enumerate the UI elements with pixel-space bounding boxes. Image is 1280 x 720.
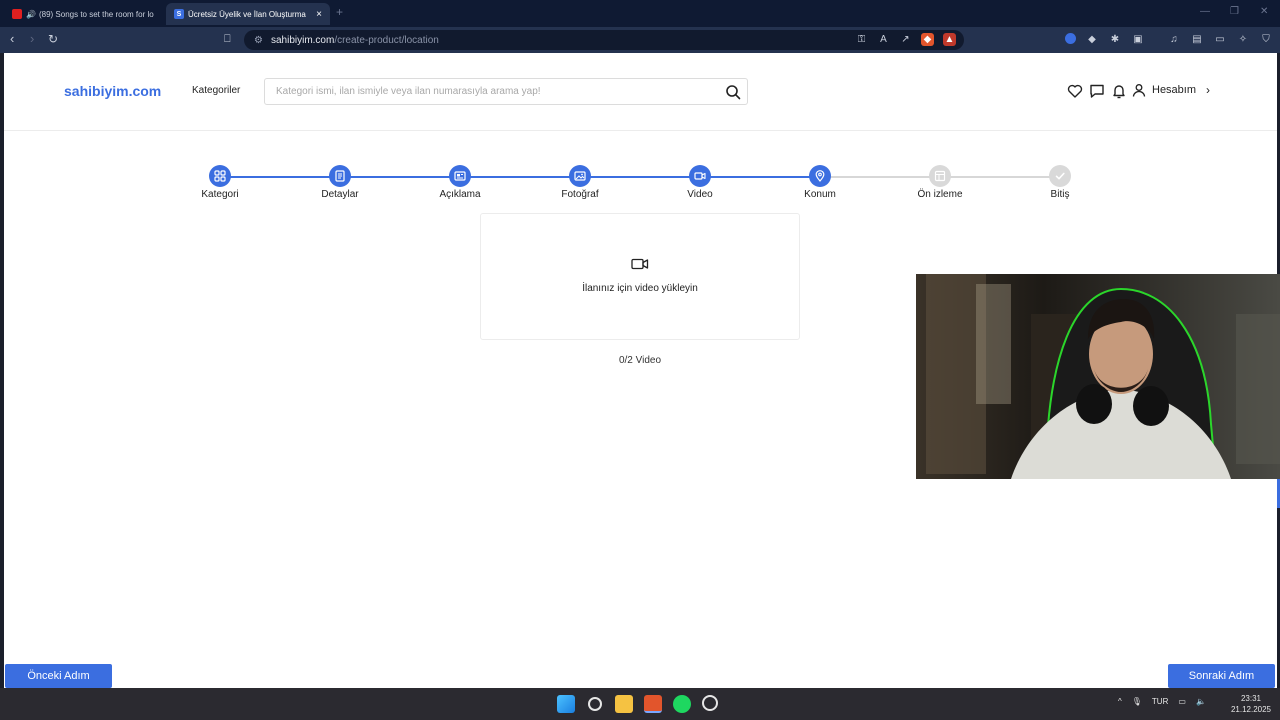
new-tab-button[interactable]: + (336, 5, 343, 19)
webcam-feed-image (916, 274, 1280, 479)
language-indicator[interactable]: TUR (1152, 697, 1168, 706)
search-input[interactable] (276, 86, 716, 97)
windows-start-icon[interactable] (557, 695, 575, 713)
step-label: Fotoğraf (561, 189, 599, 200)
music-icon[interactable]: ♫ (1167, 33, 1181, 47)
progress-stepper: Kategori Detaylar Açıklama Fotoğraf Vide… (4, 165, 1277, 205)
layout-icon (934, 170, 946, 182)
close-tab-icon[interactable]: × (316, 9, 322, 20)
video-camera-icon (631, 258, 649, 270)
step-label: Detaylar (321, 189, 359, 200)
step-label: Açıklama (439, 189, 481, 200)
browser-tab-music[interactable]: 🔊 (89) Songs to set the room for lo (4, 3, 162, 25)
close-window-icon[interactable]: ✕ (1260, 6, 1268, 17)
translate-icon[interactable]: A (877, 33, 890, 46)
system-clock[interactable]: 23:31 21.12.2025 (1226, 693, 1276, 715)
search-box[interactable] (264, 78, 748, 105)
url-host: sahibiyim.com (270, 34, 335, 46)
clock-date: 21.12.2025 (1230, 705, 1272, 714)
reload-icon[interactable]: ↻ (48, 32, 58, 46)
step-konum[interactable]: Konum (780, 165, 860, 200)
screenshot-icon[interactable]: ▣ (1131, 33, 1145, 47)
previous-step-button[interactable]: Önceki Adım (5, 664, 112, 688)
account-menu[interactable]: Hesabım › (1132, 83, 1210, 97)
forward-icon[interactable]: › (30, 32, 34, 46)
step-label: Konum (804, 189, 836, 200)
wallet-icon[interactable]: ▭ (1213, 33, 1227, 47)
leo-ai-icon[interactable]: ✧ (1236, 33, 1250, 47)
step-fotograf[interactable]: Fotoğraf (540, 165, 620, 200)
chevron-right-icon: › (1206, 83, 1211, 97)
brave-browser-icon[interactable] (644, 695, 662, 713)
site-header: sahibiyim.com Kategoriler Kategori ismi,… (4, 53, 1277, 131)
sidebar-icon[interactable]: ▤ (1190, 33, 1204, 47)
site-logo[interactable]: sahibiyim.com (64, 83, 161, 99)
messages-icon[interactable] (1089, 83, 1105, 99)
network-icon[interactable]: ▭ (1178, 697, 1186, 706)
windows-taskbar: ^ 🎙 TUR ▭ 🔈 23:31 21.12.2025 (0, 688, 1280, 720)
volume-icon[interactable]: 🔈 (1196, 697, 1206, 706)
upload-prompt: İlanınız için video yükleyin (582, 283, 698, 294)
check-icon (1055, 172, 1065, 180)
document-icon (335, 170, 345, 182)
step-label: Video (687, 189, 713, 200)
next-step-button[interactable]: Sonraki Adım (1168, 664, 1275, 688)
search-icon[interactable] (725, 84, 741, 100)
speaker-icon[interactable]: 🔊 (26, 10, 36, 19)
extension-icon[interactable]: ◆ (1085, 33, 1099, 47)
step-kategori[interactable]: Kategori (180, 165, 260, 200)
step-on-izleme[interactable]: Ön izleme (900, 165, 980, 200)
browser-tab-active[interactable]: S Ücretsiz Üyelik ve İlan Oluşturma × (166, 3, 330, 25)
step-detaylar[interactable]: Detaylar (300, 165, 380, 200)
file-explorer-icon[interactable] (615, 695, 633, 713)
brave-rewards-icon[interactable]: ▲ (943, 33, 956, 46)
back-icon[interactable]: ‹ (10, 32, 14, 46)
video-count: 0/2 Video (618, 355, 662, 366)
location-icon (815, 170, 825, 182)
search-taskbar-icon[interactable] (588, 697, 602, 711)
bookmark-icon[interactable]: ⎕ (224, 32, 231, 46)
step-label: Bitiş (1050, 189, 1070, 200)
step-label: Kategori (201, 189, 239, 200)
profile-extension-icon[interactable] (1065, 33, 1076, 44)
spotify-icon[interactable] (673, 695, 691, 713)
site-favicon-icon: S (174, 9, 184, 19)
url-path: /create-product/location (334, 34, 439, 46)
step-video[interactable]: Video (660, 165, 740, 200)
categories-link[interactable]: Kategoriler (192, 85, 240, 96)
step-aciklama[interactable]: Açıklama (420, 165, 500, 200)
chatgpt-icon[interactable] (702, 695, 718, 711)
puzzle-icon[interactable]: ✱ (1108, 33, 1122, 47)
step-label: Ön izleme (917, 189, 963, 200)
site-settings-icon[interactable]: ⚙ (254, 35, 263, 46)
youtube-icon (12, 9, 22, 19)
clock-time: 23:31 (1240, 694, 1262, 703)
address-bar[interactable]: ⚙ sahibiyim.com/create-product/location … (244, 30, 964, 50)
image-icon (574, 171, 586, 181)
vpn-icon[interactable]: ⛉ (1259, 33, 1273, 47)
step-bitis[interactable]: Bitiş (1020, 165, 1100, 200)
key-icon[interactable]: ⚿ (855, 33, 868, 46)
video-icon (694, 172, 706, 180)
newspaper-icon (454, 171, 466, 181)
microphone-icon[interactable]: 🎙 (1132, 697, 1142, 706)
share-icon[interactable]: ↗ (899, 33, 912, 46)
heart-icon[interactable] (1067, 83, 1083, 99)
browser-tab-bar: 🔊 (89) Songs to set the room for lo S Üc… (0, 0, 1280, 27)
browser-toolbar: ‹ › ↻ ⎕ ⚙ sahibiyim.com/create-product/l… (0, 27, 1280, 53)
grid-icon (214, 170, 226, 182)
webcam-overlay (916, 274, 1280, 479)
show-hidden-icons-icon[interactable]: ^ (1118, 697, 1122, 706)
restore-icon[interactable]: ❐ (1230, 6, 1239, 17)
user-icon (1132, 84, 1146, 97)
bell-icon[interactable] (1111, 83, 1127, 99)
account-label: Hesabım (1152, 84, 1197, 96)
brave-shield-icon[interactable]: ◆ (921, 33, 934, 46)
minimize-icon[interactable]: — (1200, 6, 1210, 17)
video-upload-dropzone[interactable] (480, 213, 800, 340)
